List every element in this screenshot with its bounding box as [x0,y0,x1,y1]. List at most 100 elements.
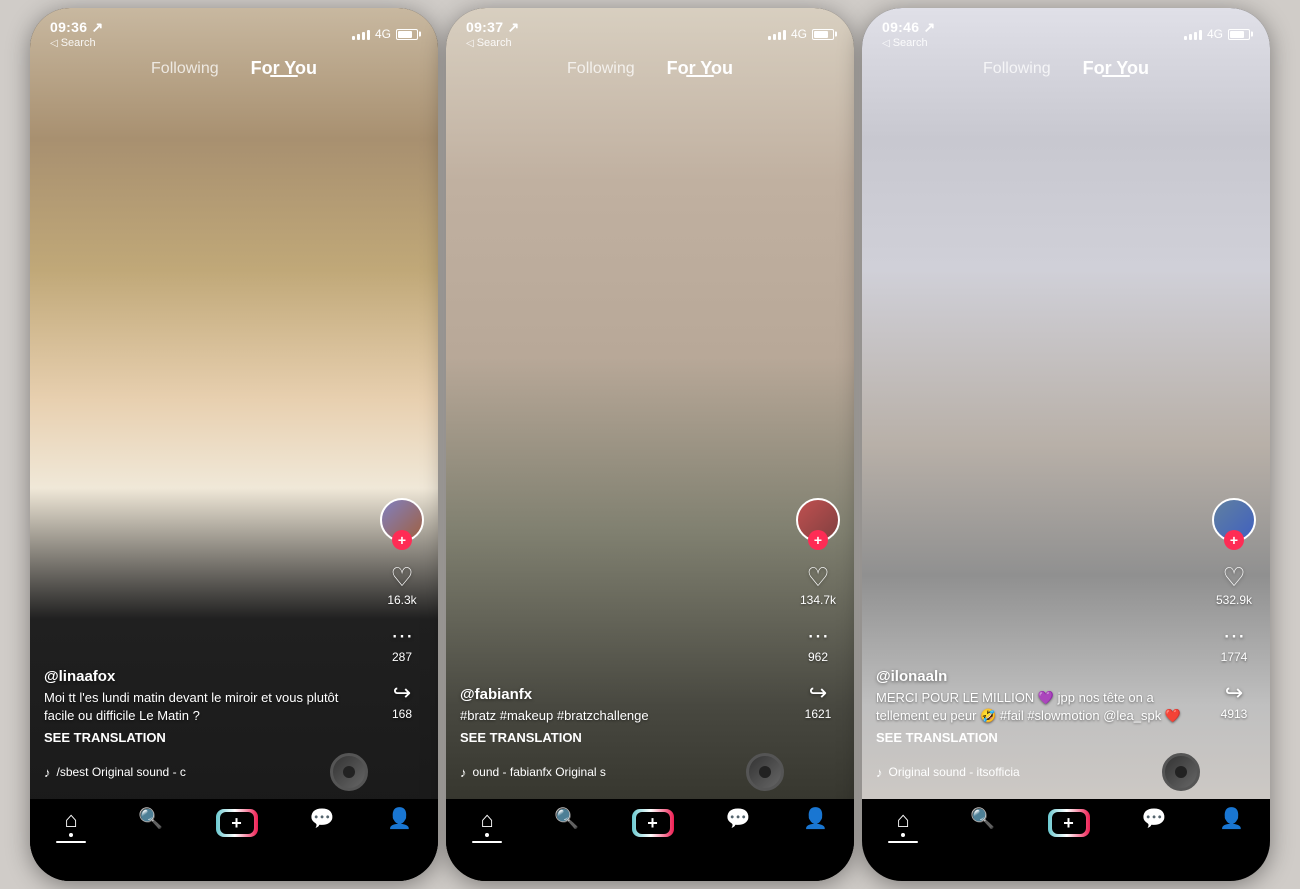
status-time: 09:37 ↗ [466,19,520,36]
home-underline [472,841,502,843]
nav-search[interactable]: 🔍 [970,809,995,829]
caption: MERCI POUR LE MILLION 💜 jpp nos tête on … [876,689,1200,725]
signal-bars [1184,28,1202,40]
nav-home[interactable]: ⌂ [472,809,502,843]
right-actions: + ♡ 16.3k ⋯ 287 ↪ 168 [380,498,424,721]
comment-button[interactable]: ⋯ 1774 [1221,625,1248,664]
like-button[interactable]: ♡ 134.7k [800,564,836,607]
username[interactable]: @ilonaaln [876,668,1200,685]
music-disc[interactable] [746,753,784,791]
battery-icon [1228,29,1250,40]
comment-icon: ⋯ [1223,625,1245,647]
avatar-wrap[interactable]: + [1212,498,1256,542]
nav-profile[interactable]: 👤 [803,809,828,829]
status-search[interactable]: Search [50,37,104,49]
nav-home[interactable]: ⌂ [56,809,86,843]
status-bar: 09:37 ↗ Search 4G [446,8,854,52]
network-type: 4G [1207,27,1223,41]
follow-plus-button[interactable]: + [808,530,828,550]
nav-home[interactable]: ⌂ [888,809,918,843]
network-type: 4G [791,27,807,41]
music-note-icon: ♪ [460,765,467,780]
signal-bar-3 [1194,32,1197,40]
share-count: 4913 [1221,707,1248,721]
nav-inbox[interactable]: 💬 [310,809,335,829]
comment-button[interactable]: ⋯ 962 [807,625,829,664]
home-icon: ⌂ [64,809,77,837]
home-underline [888,841,918,843]
username[interactable]: @linaafox [44,668,368,685]
nav-following[interactable]: Following [983,60,1051,78]
phones-container: 09:36 ↗ Search 4G Following For You [0,0,1300,889]
nav-following[interactable]: Following [567,60,635,78]
home-underline [56,841,86,843]
comment-count: 1774 [1221,650,1248,664]
status-left: 09:46 ↗ Search [882,19,936,49]
nav-add[interactable]: + [1048,809,1090,837]
status-left: 09:37 ↗ Search [466,19,520,49]
comment-count: 962 [808,650,828,664]
signal-bar-4 [783,30,786,40]
music-disc[interactable] [1162,753,1200,791]
music-row: ♪ ound - fabianfx Original s [460,753,784,791]
nav-inbox[interactable]: 💬 [1142,809,1167,829]
comment-count: 287 [392,650,412,664]
status-right: 4G [352,27,418,41]
status-search[interactable]: Search [882,37,936,49]
music-note-icon: ♪ [44,765,51,780]
music-disc[interactable] [330,753,368,791]
share-button[interactable]: ↪ 1621 [805,682,832,721]
username[interactable]: @fabianfx [460,686,784,703]
add-button[interactable]: + [216,809,258,837]
avatar-wrap[interactable]: + [380,498,424,542]
top-nav: Following For You [446,52,854,85]
phone-3: 09:46 ↗ Search 4G Following For You [862,8,1270,881]
see-translation-button[interactable]: SEE TRANSLATION [460,730,784,745]
bottom-content: @ilonaaln MERCI POUR LE MILLION 💜 jpp no… [876,668,1200,791]
nav-add[interactable]: + [632,809,674,837]
share-button[interactable]: ↪ 4913 [1221,682,1248,721]
status-bar: 09:46 ↗ Search 4G [862,8,1270,52]
nav-profile[interactable]: 👤 [387,809,412,829]
status-left: 09:36 ↗ Search [50,19,104,49]
nav-add[interactable]: + [216,809,258,837]
comment-button[interactable]: ⋯ 287 [391,625,413,664]
like-button[interactable]: ♡ 532.9k [1216,564,1252,607]
nav-search[interactable]: 🔍 [138,809,163,829]
nav-for-you-wrap: For You [251,58,317,79]
bottom-nav: ⌂ 🔍 + 💬 👤 [862,799,1270,881]
inbox-icon: 💬 [310,809,335,829]
signal-bar-1 [768,36,771,40]
see-translation-button[interactable]: SEE TRANSLATION [876,730,1200,745]
share-count: 168 [392,707,412,721]
share-button[interactable]: ↪ 168 [392,682,412,721]
nav-inbox[interactable]: 💬 [726,809,751,829]
bottom-nav: ⌂ 🔍 + 💬 👤 [446,799,854,881]
follow-plus-button[interactable]: + [392,530,412,550]
like-count: 16.3k [387,593,416,607]
status-bar: 09:36 ↗ Search 4G [30,8,438,52]
avatar-wrap[interactable]: + [796,498,840,542]
music-text: Original sound - itsofficia [889,765,1020,779]
follow-plus-button[interactable]: + [1224,530,1244,550]
music-row: ♪ Original sound - itsofficia [876,753,1200,791]
top-nav: Following For You [30,52,438,85]
see-translation-button[interactable]: SEE TRANSLATION [44,730,368,745]
nav-following[interactable]: Following [151,60,219,78]
nav-profile[interactable]: 👤 [1219,809,1244,829]
status-right: 4G [1184,27,1250,41]
signal-bars [768,28,786,40]
like-button[interactable]: ♡ 16.3k [387,564,416,607]
nav-search[interactable]: 🔍 [554,809,579,829]
add-button[interactable]: + [1048,809,1090,837]
heart-icon: ♡ [390,564,413,590]
battery-fill [814,31,828,38]
phone-1: 09:36 ↗ Search 4G Following For You [30,8,438,881]
music-disc-inner [343,766,355,778]
add-button[interactable]: + [632,809,674,837]
inbox-icon: 💬 [1142,809,1167,829]
status-search[interactable]: Search [466,37,520,49]
heart-icon: ♡ [1222,564,1245,590]
music-note-icon: ♪ [876,765,883,780]
search-icon: 🔍 [554,809,579,829]
